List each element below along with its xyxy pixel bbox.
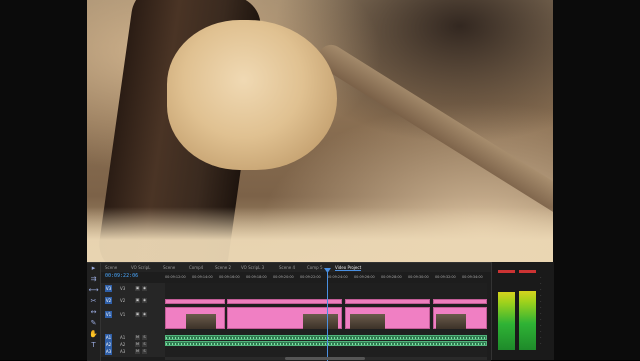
- left-channel-meter: [498, 292, 515, 350]
- ruler-tick: 00:09:18:00: [246, 275, 267, 279]
- left-letterbox: [0, 0, 87, 360]
- ruler-tick: 00:09:24:00: [327, 275, 348, 279]
- track-header-a3[interactable]: A3 A3 M S: [101, 348, 165, 356]
- track-name: A1: [120, 335, 126, 340]
- audio-waveform: [166, 343, 486, 345]
- type-tool-icon[interactable]: T: [87, 340, 100, 351]
- ruler-tick: 00:09:14:00: [192, 275, 213, 279]
- eye-icon[interactable]: ◉: [142, 312, 147, 317]
- sequence-tabs: Scene VO ScripL Scene Comp4 Scene 2 VO S…: [101, 263, 491, 272]
- video-clip[interactable]: [227, 307, 342, 329]
- source-patch[interactable]: V3: [105, 285, 112, 292]
- pen-tool-icon[interactable]: ✎: [87, 318, 100, 329]
- clip-thumbnail: [186, 314, 216, 329]
- video-clip[interactable]: [345, 307, 430, 329]
- selection-tool-icon[interactable]: ▸: [87, 263, 100, 274]
- playhead-timecode[interactable]: 00:09:22:06: [105, 273, 138, 279]
- peak-indicator: [498, 270, 515, 273]
- track-header-v1[interactable]: V1 V1 ▣ ◉: [101, 311, 165, 319]
- tab-sequence[interactable]: Scene 2: [215, 265, 231, 270]
- video-clip[interactable]: [345, 299, 430, 304]
- mute-icon[interactable]: M: [135, 349, 140, 354]
- right-channel-meter: [519, 290, 536, 350]
- track-header-v3[interactable]: V3 V3 ▣ ◉: [101, 285, 165, 293]
- tools-panel: ▸ ⇉ ⟷ ✂ ↔ ✎ ✋ T: [87, 263, 101, 361]
- ruler-tick: 00:09:16:00: [219, 275, 240, 279]
- track-name: A2: [120, 342, 126, 347]
- ruler-tick: 00:09:34:00: [462, 275, 483, 279]
- audio-clip[interactable]: [165, 335, 487, 340]
- sawdust-pile: [167, 20, 337, 170]
- solo-icon[interactable]: S: [142, 349, 147, 354]
- video-clip[interactable]: [433, 299, 487, 304]
- timeline-tracks[interactable]: [165, 283, 487, 357]
- solo-icon[interactable]: S: [142, 342, 147, 347]
- tab-sequence[interactable]: Comp 5: [307, 265, 323, 270]
- hand-tool-icon[interactable]: ✋: [87, 329, 100, 340]
- track-name: A3: [120, 349, 126, 354]
- tab-sequence[interactable]: Scene 4: [279, 265, 295, 270]
- slip-tool-icon[interactable]: ↔: [87, 307, 100, 318]
- lock-icon[interactable]: ▣: [135, 312, 140, 317]
- tab-video-project[interactable]: Video Project: [335, 265, 362, 271]
- meter-scale: ------------: [540, 275, 542, 345]
- clip-thumbnail: [350, 314, 385, 329]
- time-ruler[interactable]: 00:09:12:00 00:09:14:00 00:09:16:00 00:0…: [165, 275, 487, 282]
- video-clip[interactable]: [433, 307, 487, 329]
- solo-icon[interactable]: S: [142, 335, 147, 340]
- track-select-tool-icon[interactable]: ⇉: [87, 274, 100, 285]
- ruler-tick: 00:09:20:00: [273, 275, 294, 279]
- track-header-v2[interactable]: V2 V2 ▣ ◉: [101, 297, 165, 305]
- video-clip[interactable]: [165, 307, 225, 329]
- mute-icon[interactable]: M: [135, 342, 140, 347]
- source-patch[interactable]: A2: [105, 341, 112, 348]
- track-name: V3: [120, 286, 126, 291]
- eye-icon[interactable]: ◉: [142, 298, 147, 303]
- ripple-edit-tool-icon[interactable]: ⟷: [87, 285, 100, 296]
- audio-clip[interactable]: [165, 341, 487, 346]
- background-branch: [313, 40, 553, 222]
- ruler-tick: 00:09:28:00: [381, 275, 402, 279]
- lock-icon[interactable]: ▣: [135, 298, 140, 303]
- tab-sequence[interactable]: Comp4: [189, 265, 203, 270]
- source-patch[interactable]: V2: [105, 297, 112, 304]
- video-clip[interactable]: [165, 299, 225, 304]
- mute-icon[interactable]: M: [135, 335, 140, 340]
- audio-meters: ------------: [491, 262, 554, 360]
- ruler-tick: 00:09:12:00: [165, 275, 186, 279]
- track-name: V1: [120, 312, 126, 317]
- tab-sequence[interactable]: Scene: [163, 265, 175, 270]
- lock-icon[interactable]: ▣: [135, 286, 140, 291]
- timeline-panel: ▸ ⇉ ⟷ ✂ ↔ ✎ ✋ T Scene VO ScripL Scene Co…: [87, 262, 491, 361]
- clip-thumbnail: [436, 314, 466, 329]
- track-name: V2: [120, 298, 126, 303]
- ruler-tick: 00:09:22:00: [300, 275, 321, 279]
- source-patch[interactable]: A1: [105, 334, 112, 341]
- ruler-tick: 00:09:32:00: [435, 275, 456, 279]
- program-monitor: [87, 0, 553, 262]
- tab-sequence[interactable]: Scene: [105, 265, 117, 270]
- source-patch[interactable]: V1: [105, 311, 112, 318]
- source-patch[interactable]: A3: [105, 348, 112, 355]
- ruler-tick: 00:09:26:00: [354, 275, 375, 279]
- eye-icon[interactable]: ◉: [142, 286, 147, 291]
- track-headers: V3 V3 ▣ ◉ V2 V2 ▣ ◉ V1 V1 ▣ ◉ A1 A1 M S …: [101, 283, 165, 357]
- video-clip[interactable]: [227, 299, 342, 304]
- sawdust-floor: [87, 207, 553, 262]
- clip-thumbnail: [303, 314, 338, 329]
- right-letterbox: [553, 0, 640, 360]
- razor-tool-icon[interactable]: ✂: [87, 296, 100, 307]
- peak-indicator: [519, 270, 536, 273]
- playhead-line[interactable]: [327, 271, 328, 361]
- tab-sequence[interactable]: VO ScripL 3: [241, 265, 264, 270]
- ruler-tick: 00:09:30:00: [408, 275, 429, 279]
- tab-sequence[interactable]: VO ScripL: [131, 265, 150, 270]
- audio-waveform: [166, 337, 486, 339]
